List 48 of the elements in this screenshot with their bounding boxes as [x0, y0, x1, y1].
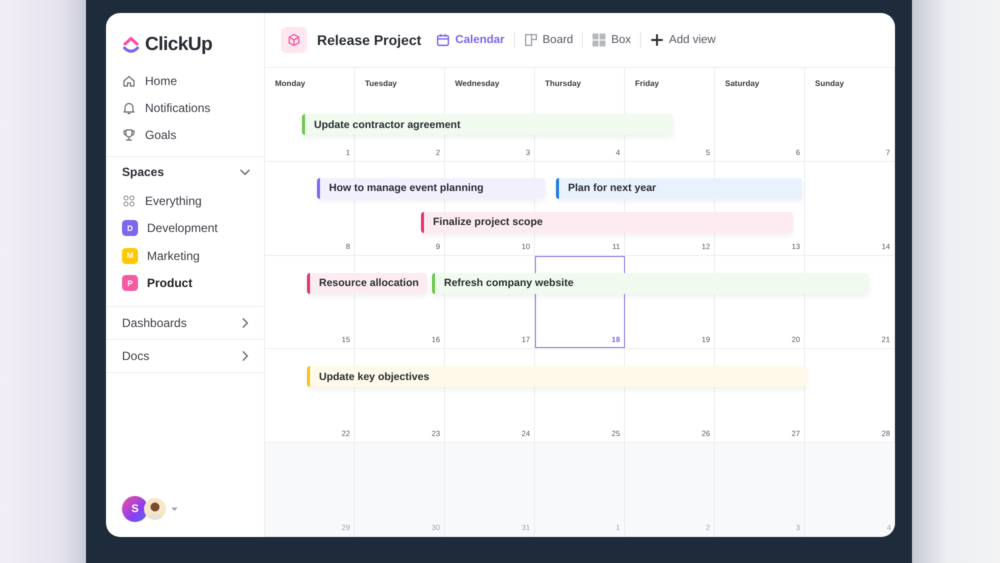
project-title: Release Project — [317, 32, 422, 48]
view-tab[interactable]: Box — [583, 30, 640, 50]
weekday-label: Friday — [635, 79, 660, 88]
view-tab[interactable]: Board — [514, 30, 582, 50]
user-avatar — [144, 498, 166, 520]
grid-icon — [592, 33, 606, 47]
view-tab[interactable]: Calendar — [427, 30, 514, 50]
calendar-icon — [436, 33, 450, 47]
space-label[interactable]: Marketing — [147, 248, 200, 263]
space-label[interactable]: Everything — [145, 194, 202, 208]
nav-item[interactable]: Goals — [106, 121, 264, 148]
trophy-icon — [122, 128, 136, 142]
nav-item[interactable]: Home — [106, 67, 264, 94]
nav-item[interactable]: Notifications — [106, 94, 264, 121]
add-view-button[interactable]: Add view — [641, 30, 725, 50]
weekday-label: Wednesday — [455, 79, 500, 88]
event-bar[interactable]: Update contractor agreement — [302, 114, 673, 135]
space-badge: P — [122, 275, 138, 292]
logo-icon — [122, 36, 140, 54]
weekday-label: Sunday — [815, 79, 844, 88]
event-bar[interactable]: Update key objectives — [307, 366, 807, 388]
section-heading: Spaces — [122, 165, 164, 179]
space-badge: M — [122, 248, 138, 264]
bell-icon — [122, 100, 136, 114]
cube-icon — [287, 33, 301, 47]
home-icon — [122, 74, 136, 88]
weekday-label: Tuesday — [365, 79, 397, 88]
event-bar[interactable]: Plan for next year — [556, 178, 802, 199]
avatar[interactable]: S — [122, 496, 148, 522]
logo-text: ClickUp — [145, 34, 212, 56]
sidebar-section[interactable]: Dashboards — [106, 307, 264, 340]
event-bar[interactable]: Refresh company website — [432, 272, 869, 294]
event-bar[interactable]: How to manage event planning — [317, 178, 545, 199]
grid-icon — [122, 194, 136, 208]
board-icon — [524, 33, 538, 47]
section-label: Docs — [122, 349, 150, 363]
weekday-label: Thursday — [545, 79, 582, 88]
plus-icon — [650, 33, 664, 47]
section-label: Dashboards — [122, 316, 187, 330]
weekday-label: Monday — [275, 79, 306, 88]
space-badge: D — [122, 220, 138, 236]
event-bar[interactable]: Resource allocation — [307, 272, 427, 294]
caret-icon — [171, 506, 178, 512]
space-label[interactable]: Development — [147, 221, 218, 236]
space-label[interactable]: Product — [147, 276, 192, 290]
event-bar[interactable]: Finalize project scope — [421, 212, 793, 233]
weekday-label: Saturday — [725, 79, 760, 88]
sidebar-section[interactable]: Docs — [106, 340, 264, 373]
